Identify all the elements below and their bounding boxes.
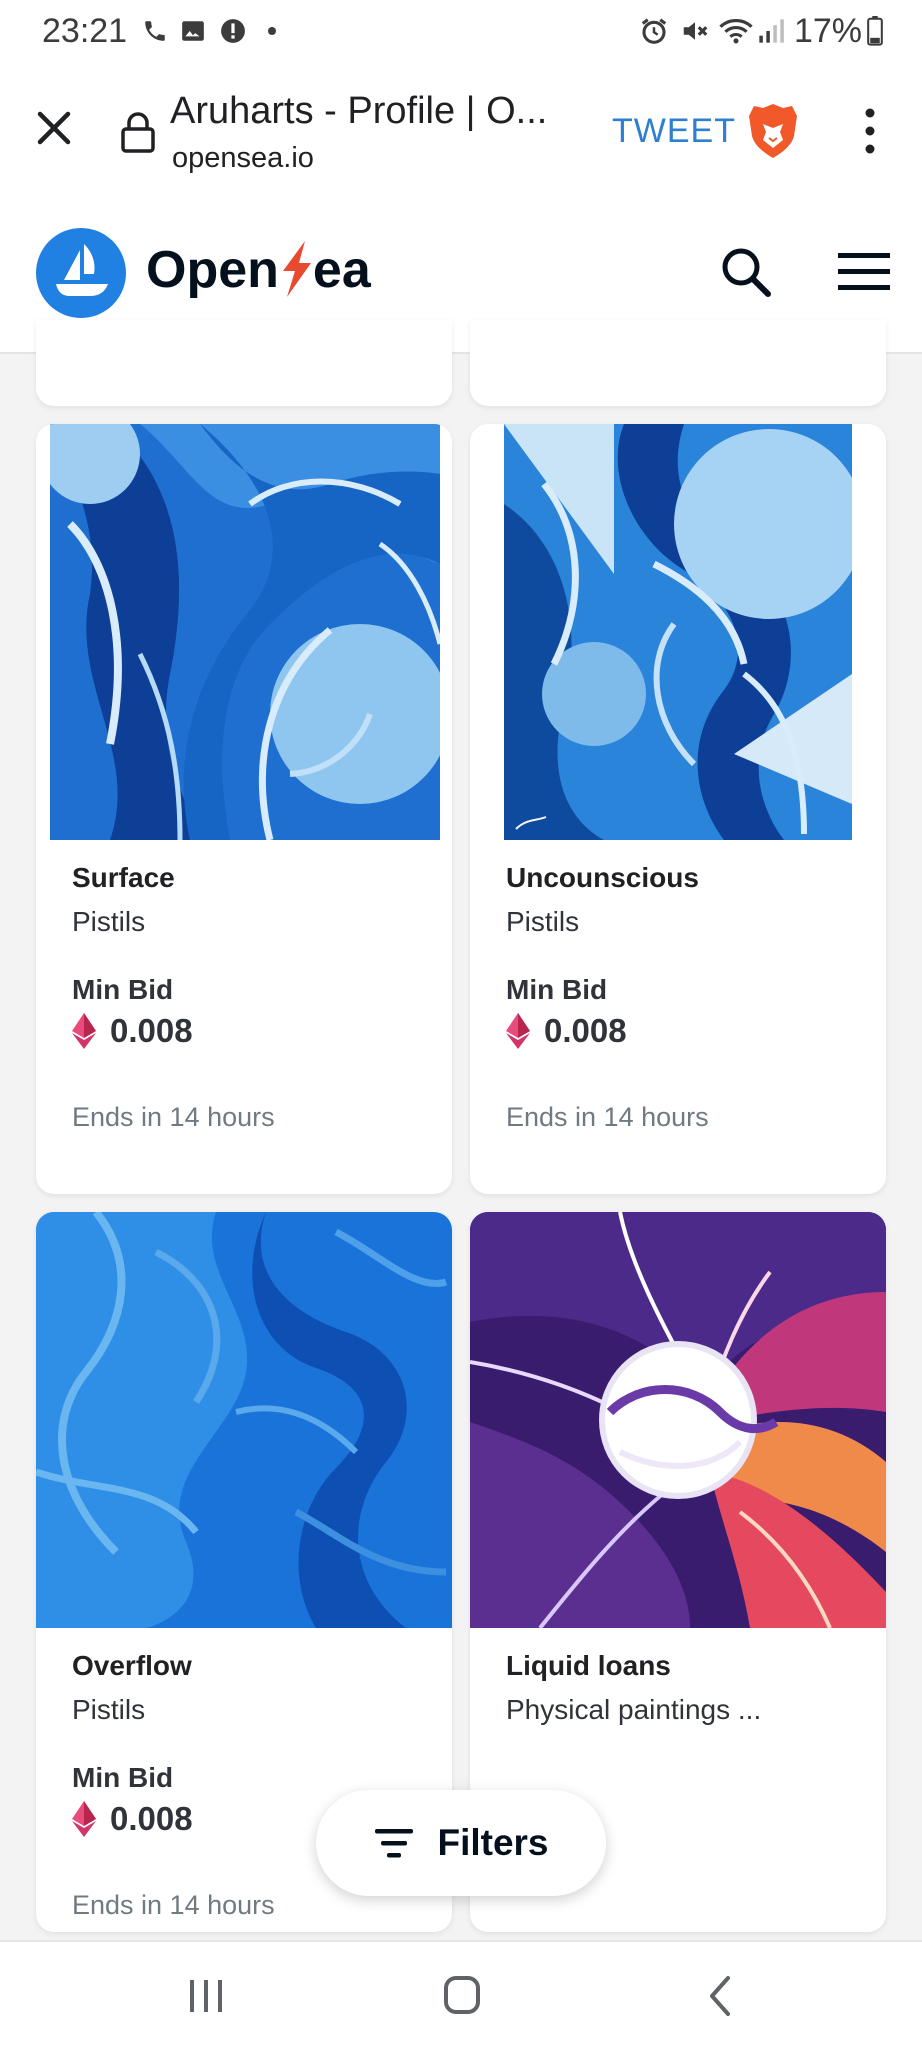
- nft-collection[interactable]: Pistils: [506, 906, 579, 938]
- signal-icon: [756, 16, 786, 46]
- ethereum-icon: [72, 1801, 96, 1837]
- system-navigation-bar: [0, 1940, 922, 2050]
- brave-lion-icon[interactable]: [746, 102, 800, 160]
- min-bid-label: Min Bid: [72, 974, 174, 1005]
- nft-image[interactable]: [36, 1212, 452, 1628]
- recent-apps-icon[interactable]: [186, 1976, 226, 2016]
- nft-name[interactable]: Uncounscious: [506, 862, 699, 894]
- nft-image[interactable]: [470, 1212, 886, 1630]
- auction-ends: Ends in 14 hours: [72, 1890, 275, 1920]
- alert-icon: [218, 16, 248, 46]
- nft-collection[interactable]: Physical paintings ...: [506, 1694, 761, 1726]
- battery-icon: [864, 16, 886, 46]
- lock-icon[interactable]: [120, 110, 156, 154]
- nft-price: 0.008: [72, 1800, 193, 1838]
- page-title[interactable]: Aruharts - Profile | O...: [170, 90, 547, 133]
- previous-card-bottom[interactable]: [470, 320, 886, 406]
- nft-name[interactable]: Overflow: [72, 1650, 192, 1682]
- nft-image[interactable]: [40, 424, 450, 841]
- image-icon: [178, 16, 208, 46]
- home-icon[interactable]: [442, 1974, 482, 2016]
- nft-price: 0.008: [506, 1012, 627, 1050]
- hamburger-icon[interactable]: [836, 250, 892, 294]
- nft-collection[interactable]: Pistils: [72, 906, 145, 938]
- browser-toolbar: Aruharts - Profile | O... opensea.io TWE…: [0, 66, 922, 196]
- ethereum-icon: [72, 1013, 96, 1049]
- more-vert-icon[interactable]: [858, 104, 882, 158]
- filter-icon: [375, 1829, 414, 1858]
- battery-percent: 17%: [793, 12, 862, 50]
- phone-icon: [140, 16, 170, 46]
- mute-icon: [678, 16, 712, 46]
- min-bid-label: Min Bid: [72, 1762, 174, 1793]
- opensea-boat-icon[interactable]: [36, 228, 126, 318]
- previous-card-bottom[interactable]: [36, 320, 452, 406]
- status-time: 23:21: [42, 12, 128, 50]
- back-icon[interactable]: [704, 1974, 734, 2018]
- search-icon[interactable]: [718, 244, 774, 300]
- opensea-wordmark[interactable]: Open ea: [146, 240, 371, 300]
- alarm-icon: [638, 16, 670, 46]
- nft-name[interactable]: Surface: [72, 862, 175, 894]
- filters-button[interactable]: Filters: [316, 1790, 606, 1896]
- nft-collection[interactable]: Pistils: [72, 1694, 145, 1726]
- auction-ends: Ends in 14 hours: [506, 1102, 709, 1132]
- status-bar: 23:21 17%: [0, 0, 922, 66]
- nft-name[interactable]: Liquid loans: [506, 1650, 671, 1682]
- filters-label: Filters: [437, 1822, 549, 1863]
- nft-card[interactable]: Uncounscious Pistils Min Bid 0.008 Ends …: [470, 424, 886, 1194]
- nft-image[interactable]: [504, 424, 864, 840]
- lightning-s-icon: [282, 241, 311, 297]
- dot-icon: [264, 16, 280, 46]
- ethereum-icon: [506, 1013, 530, 1049]
- tweet-button[interactable]: TWEET: [612, 112, 736, 151]
- nft-card[interactable]: Surface Pistils Min Bid 0.008 Ends in 14…: [36, 424, 452, 1194]
- auction-ends: Ends in 14 hours: [72, 1102, 275, 1132]
- page-url[interactable]: opensea.io: [172, 142, 314, 175]
- min-bid-label: Min Bid: [506, 974, 608, 1005]
- price-value: 0.008: [544, 1012, 627, 1049]
- brand-part-open: Open: [146, 241, 279, 299]
- close-icon[interactable]: [32, 106, 76, 150]
- nft-price: 0.008: [72, 1012, 193, 1050]
- price-value: 0.008: [110, 1012, 193, 1049]
- brand-part-ea: ea: [312, 241, 371, 299]
- price-value: 0.008: [110, 1800, 193, 1837]
- wifi-icon: [718, 16, 754, 46]
